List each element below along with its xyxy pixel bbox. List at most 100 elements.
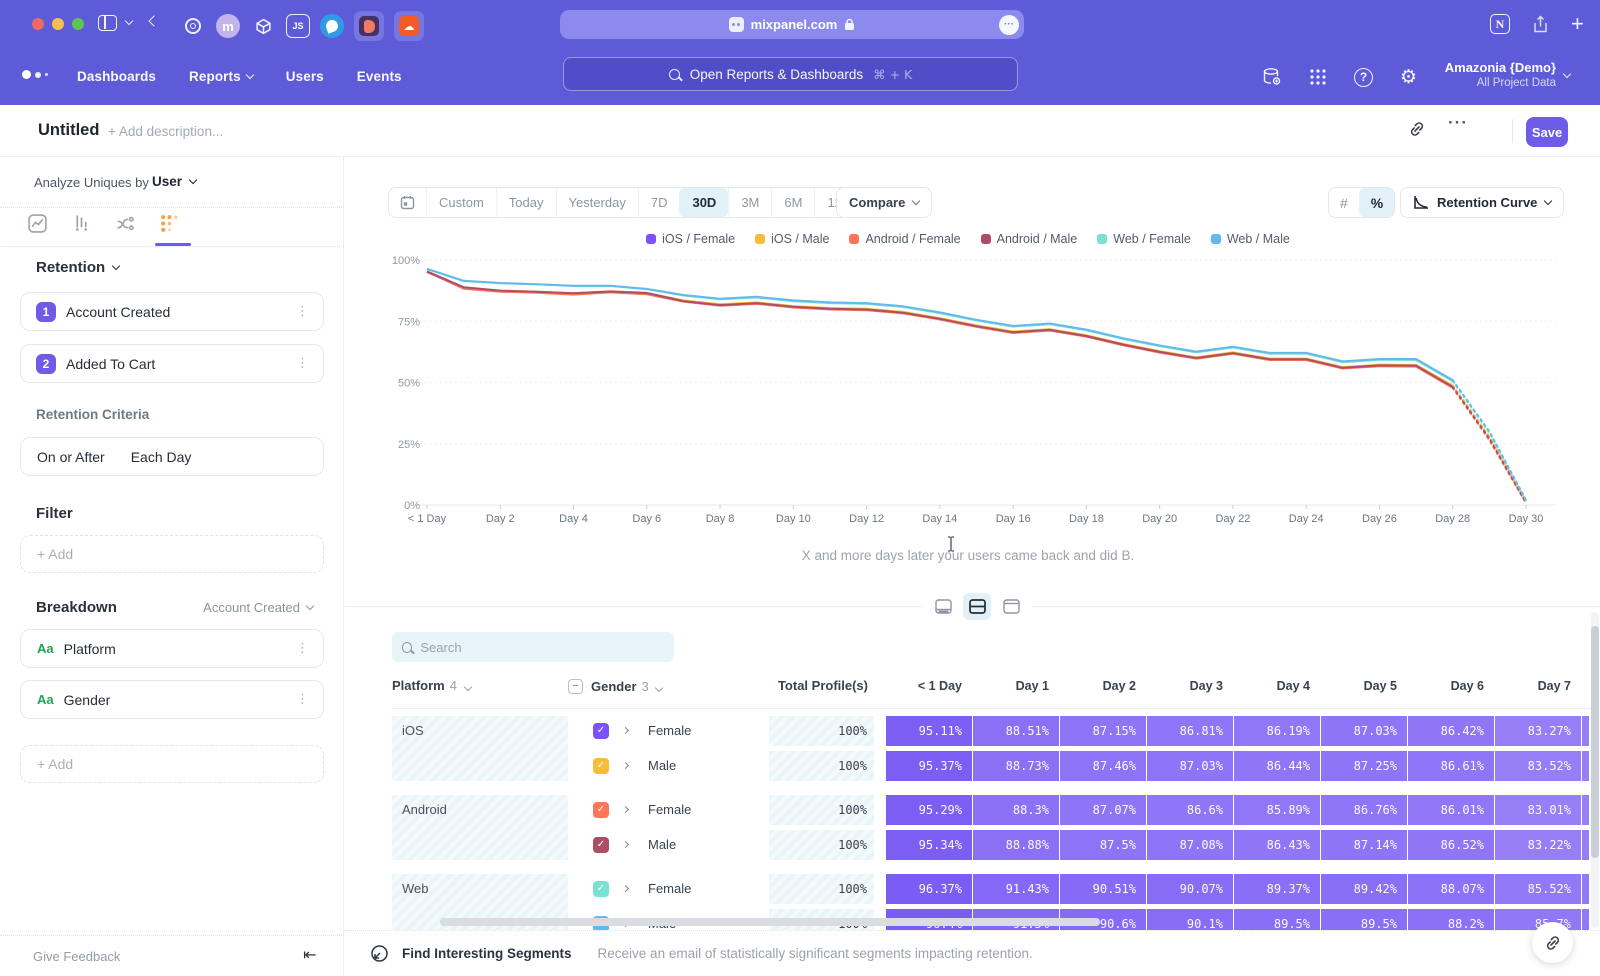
site-settings-icon[interactable]: ···	[999, 15, 1019, 35]
day-column-header[interactable]: < 1 Day	[886, 672, 972, 700]
day-column-header[interactable]: Day 6	[1408, 672, 1494, 700]
retention-value-cell[interactable]: 90.51%	[1060, 874, 1146, 904]
bird-app-icon[interactable]	[320, 14, 344, 38]
range-custom[interactable]: Custom	[426, 188, 496, 217]
column-total-profiles[interactable]: Total Profile(s)	[769, 672, 868, 700]
target-app-icon[interactable]	[180, 13, 206, 39]
avatar-m-app-icon[interactable]: m	[216, 14, 240, 38]
horizontal-scrollbar[interactable]	[440, 918, 1100, 926]
retention-value-cell[interactable]: 87.46%	[1060, 751, 1146, 781]
share-icon[interactable]	[1532, 15, 1549, 34]
legend-item[interactable]: iOS / Female	[646, 232, 735, 246]
day-column-header[interactable]: Day 3	[1147, 672, 1233, 700]
retention-value-cell[interactable]: 86.76%	[1321, 795, 1407, 825]
criteria-on-or-after[interactable]: On or After	[37, 449, 105, 465]
step-event-name[interactable]: Account Created	[66, 304, 170, 320]
range-today[interactable]: Today	[496, 188, 556, 217]
notion-icon[interactable]: N	[1490, 14, 1510, 34]
retention-step-1[interactable]: 1Account Created⋮	[20, 292, 324, 331]
retention-value-cell[interactable]: 87.03%	[1147, 751, 1233, 781]
series-line-Android / Male[interactable]	[427, 271, 1453, 387]
breakdown-gender[interactable]: AaGender⋮	[20, 680, 324, 719]
collapse-all-checkbox[interactable]: −	[568, 679, 583, 694]
expand-row-icon[interactable]	[622, 841, 629, 848]
retention-value-cell[interactable]: 86.6%	[1147, 795, 1233, 825]
red-app-icon[interactable]	[354, 11, 384, 41]
breakdown-property-name[interactable]: Gender	[64, 692, 111, 708]
step-menu-icon[interactable]: ⋮	[296, 356, 309, 371]
expand-row-icon[interactable]	[622, 762, 629, 769]
legend-item[interactable]: Web / Female	[1097, 232, 1191, 246]
retention-value-cell[interactable]: 95.37%	[886, 751, 972, 781]
chart-only-view-button[interactable]	[929, 593, 957, 620]
workspace-switcher[interactable]: Amazonia {Demo} All Project Data	[1420, 60, 1556, 89]
criteria-card[interactable]: On or After Each Day	[20, 437, 324, 476]
split-view-button[interactable]	[963, 593, 991, 620]
criteria-each-day[interactable]: Each Day	[131, 449, 192, 465]
retention-value-cell[interactable]: 88.2%	[1408, 909, 1494, 930]
retention-section-header[interactable]: Retention	[36, 259, 119, 276]
give-feedback-link[interactable]: Give Feedback	[33, 949, 120, 964]
share-link-fab[interactable]	[1532, 922, 1573, 963]
save-button[interactable]: Save	[1526, 117, 1568, 147]
legend-item[interactable]: Android / Female	[849, 232, 960, 246]
vertical-scrollbar-thumb[interactable]	[1591, 626, 1599, 858]
legend-item[interactable]: Android / Male	[981, 232, 1078, 246]
retention-value-cell[interactable]: 87.14%	[1321, 830, 1407, 860]
range-yesterday[interactable]: Yesterday	[556, 188, 638, 217]
breakdown-menu-icon[interactable]: ⋮	[296, 692, 309, 707]
retention-value-cell[interactable]: 89.42%	[1321, 874, 1407, 904]
series-line-iOS / Male[interactable]	[427, 271, 1453, 385]
footer-title[interactable]: Find Interesting Segments	[402, 946, 572, 961]
retention-value-cell[interactable]: 95.34%	[886, 830, 972, 860]
series-checkbox[interactable]: ✓	[593, 881, 609, 897]
series-line-dashed[interactable]	[1453, 388, 1526, 503]
expand-row-icon[interactable]	[622, 885, 629, 892]
retention-value-cell[interactable]: 83.01%	[1495, 795, 1581, 825]
report-title[interactable]: Untitled	[38, 121, 99, 140]
day-column-header[interactable]: Day 2	[1060, 672, 1146, 700]
column-gender[interactable]: Gender3	[591, 679, 662, 694]
retention-value-cell[interactable]: 88.07%	[1408, 874, 1494, 904]
report-description-placeholder[interactable]: + Add description...	[108, 124, 223, 139]
range-6m[interactable]: 6M	[771, 188, 814, 217]
table-only-view-button[interactable]	[997, 593, 1025, 620]
tab-insights-icon[interactable]	[28, 214, 47, 233]
retention-value-cell[interactable]: 87.15%	[1060, 716, 1146, 746]
retention-value-cell[interactable]: 86.61%	[1408, 751, 1494, 781]
retention-value-cell[interactable]: 86.01%	[1408, 795, 1494, 825]
retention-value-cell[interactable]: 86.19%	[1234, 716, 1320, 746]
retention-value-cell[interactable]: 86.81%	[1147, 716, 1233, 746]
breakdown-property-name[interactable]: Platform	[64, 641, 116, 657]
analyze-by-dropdown[interactable]: User	[152, 174, 196, 189]
column-platform[interactable]: Platform4	[392, 678, 471, 693]
more-actions-icon[interactable]: ···	[1448, 113, 1468, 133]
retention-value-cell[interactable]: 87.07%	[1060, 795, 1146, 825]
table-search-input[interactable]	[420, 640, 664, 655]
legend-item[interactable]: iOS / Male	[755, 232, 829, 246]
breakdown-platform[interactable]: AaPlatform⋮	[20, 629, 324, 668]
collapse-sidebar-icon[interactable]: ⇤	[303, 945, 316, 964]
minimize-window-icon[interactable]	[52, 18, 64, 30]
global-search[interactable]: Open Reports & Dashboards ⌘ + K	[563, 57, 1018, 91]
series-line-Android / Female[interactable]	[427, 272, 1453, 388]
step-menu-icon[interactable]: ⋮	[296, 304, 309, 319]
retention-value-cell[interactable]: 86.43%	[1234, 830, 1320, 860]
retention-value-cell[interactable]: 91.43%	[973, 874, 1059, 904]
range-30d[interactable]: 30D	[679, 188, 728, 217]
retention-value-cell[interactable]: 89.5%	[1234, 909, 1320, 930]
breakdown-add-button[interactable]: + Add	[20, 745, 324, 783]
series-line-iOS / Female[interactable]	[427, 272, 1453, 386]
retention-value-cell[interactable]: 87.25%	[1321, 751, 1407, 781]
breakdown-menu-icon[interactable]: ⋮	[296, 641, 309, 656]
retention-value-cell[interactable]: 88.88%	[973, 830, 1059, 860]
step-event-name[interactable]: Added To Cart	[66, 356, 155, 372]
maximize-window-icon[interactable]	[72, 18, 84, 30]
new-tab-icon[interactable]: +	[1571, 15, 1584, 33]
series-checkbox[interactable]: ✓	[593, 758, 609, 774]
day-column-header[interactable]: Day 7	[1495, 672, 1581, 700]
series-checkbox[interactable]: ✓	[593, 837, 609, 853]
chart-type-dropdown[interactable]: Retention Curve	[1400, 187, 1564, 218]
day-column-header[interactable]: Day 1	[973, 672, 1059, 700]
close-window-icon[interactable]	[32, 18, 44, 30]
